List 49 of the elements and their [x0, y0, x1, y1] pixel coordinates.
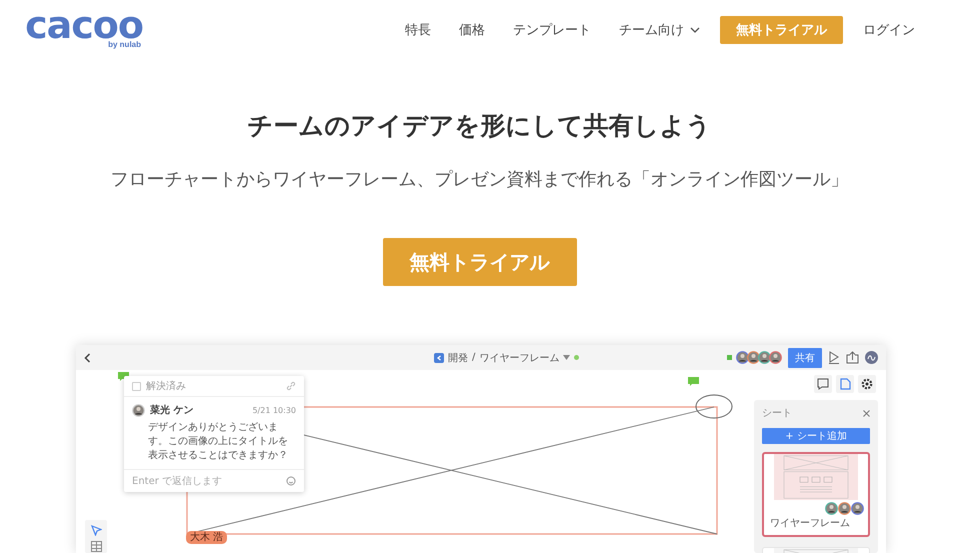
resolved-label: 解決済み: [146, 380, 186, 393]
export-icon[interactable]: [846, 351, 859, 364]
emoji-icon[interactable]: [286, 476, 296, 486]
nav-dropdown[interactable]: チーム向け: [605, 17, 714, 43]
link-icon[interactable]: [286, 381, 296, 391]
ellipse-shape: [695, 394, 733, 419]
close-icon[interactable]: [863, 410, 870, 416]
avatar-icon: [825, 502, 838, 515]
app-icon: [434, 352, 444, 362]
hero-title: チームのアイデアを形にして共有しよう: [248, 110, 712, 142]
online-icon: [727, 355, 732, 360]
nav-link[interactable]: 価格: [445, 17, 499, 43]
user-tag: 大木 浩: [186, 531, 228, 544]
caret-icon[interactable]: [563, 355, 570, 360]
hero-subtitle: フローチャートからワイヤーフレーム、プレゼン資料まで作れる「オンライン作図ツール」: [110, 168, 848, 192]
back-icon[interactable]: [84, 352, 91, 362]
avatar-icon: [838, 502, 851, 515]
resolved-checkbox[interactable]: [132, 382, 141, 390]
pointer-icon[interactable]: [90, 525, 102, 536]
user-avatar-icon[interactable]: [865, 351, 878, 364]
comment-marker-icon[interactable]: [688, 377, 699, 386]
status-dot-icon: [574, 355, 580, 360]
nav-link[interactable]: 特長: [391, 17, 445, 43]
nav-link[interactable]: ログイン: [849, 17, 929, 43]
share-button[interactable]: 共有: [788, 348, 822, 368]
logo[interactable]: cacoo: [25, 10, 143, 40]
document-name[interactable]: ワイヤーフレーム: [479, 350, 560, 364]
play-icon[interactable]: [828, 351, 840, 364]
logo-tagline: by nulab: [108, 40, 141, 50]
avatar-icon: [736, 351, 749, 364]
avatar-icon: [758, 351, 771, 364]
settings-icon[interactable]: [858, 375, 876, 393]
sheet-card[interactable]: ワイヤーフレーム: [762, 452, 870, 537]
chevron-down-icon: [690, 27, 700, 33]
avatar-icon: [769, 351, 782, 364]
table-icon[interactable]: [90, 541, 102, 552]
comment-author: 菜光 ケン: [150, 404, 194, 417]
avatar-icon: [132, 404, 145, 416]
comment-time: 5/21 10:30: [252, 406, 296, 414]
sheet-name: ワイヤーフレーム: [769, 517, 851, 531]
comment-icon[interactable]: [814, 375, 832, 393]
folder-name[interactable]: 開発: [448, 350, 468, 364]
panel-title: シート: [762, 407, 792, 420]
breadcrumb-separator: /: [472, 352, 476, 363]
avatar-icon: [851, 502, 864, 515]
avatar-icon: [747, 351, 760, 364]
add-sheet-button[interactable]: + シート追加: [762, 428, 870, 444]
comment-text: デザインありがとうございます。この画像の上にタイトルを表示させることはできますか？: [124, 419, 304, 470]
nav-link[interactable]: テンプレート: [499, 17, 605, 43]
